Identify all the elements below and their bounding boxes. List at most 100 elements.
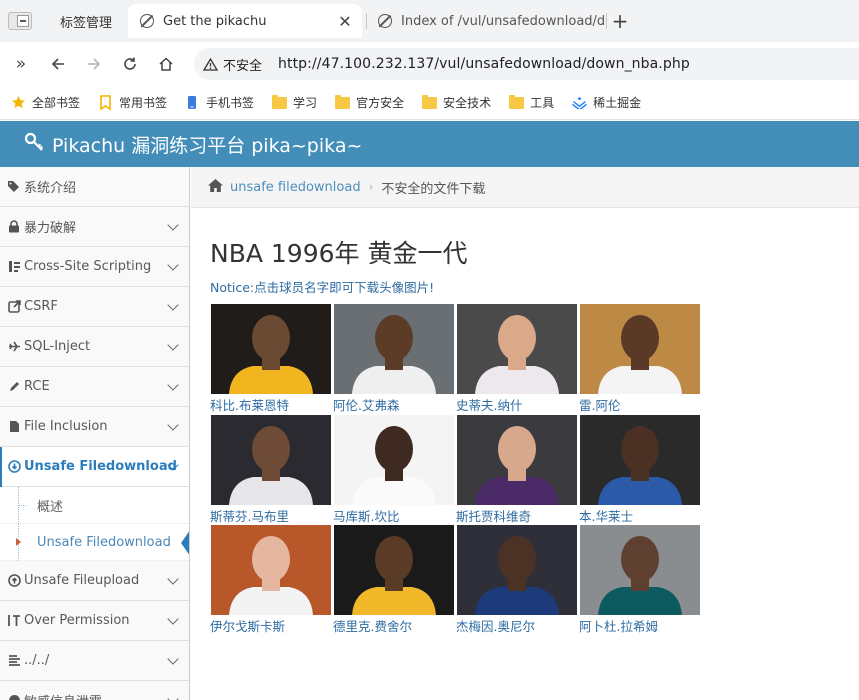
- juejin-icon: [571, 96, 587, 110]
- home-icon[interactable]: [207, 178, 224, 197]
- chevron-down-icon: [167, 419, 179, 431]
- bookmark-all[interactable]: 全部书签: [10, 94, 80, 111]
- sidebar-item-unsafe-fileupload[interactable]: Unsafe Fileupload: [0, 561, 189, 601]
- breadcrumb-current: 不安全的文件下载: [381, 181, 486, 197]
- caret-right-icon: [16, 538, 21, 546]
- site-header: Pikachu 漏洞练习平台 pika~pika~: [0, 121, 859, 167]
- player-download-link[interactable]: 史蒂夫.纳什: [456, 395, 522, 414]
- player-download-link[interactable]: 斯蒂芬.马布里: [210, 506, 289, 525]
- active-indicator: [181, 530, 189, 556]
- bookmarks-bar: 全部书签 常用书签 手机书签 学习 官方安全 安全技术 工具 稀土掘金: [0, 86, 859, 120]
- player-photo: [211, 415, 331, 505]
- player-card: 史蒂夫.纳什: [456, 304, 578, 414]
- player-download-link[interactable]: 杰梅因.奥尼尔: [456, 616, 535, 635]
- page-icon: [378, 14, 392, 28]
- player-download-link[interactable]: 雷.阿伦: [579, 395, 620, 414]
- tab-divider: [606, 13, 607, 29]
- player-photo: [457, 304, 577, 394]
- insecure-label[interactable]: 不安全: [223, 55, 262, 74]
- chevron-down-icon: [167, 653, 179, 665]
- player-card: 阿卜杜.拉希姆: [579, 525, 701, 635]
- sidebar-item-label: 系统介绍: [24, 181, 77, 196]
- tab-bookmark-manager[interactable]: 标签管理: [50, 4, 122, 38]
- bookmark-folder-security-tech[interactable]: 安全技术: [421, 94, 491, 111]
- chevron-down-icon: [167, 573, 179, 585]
- sidebar-item-file-inclusion[interactable]: File Inclusion: [0, 407, 189, 447]
- player-download-link[interactable]: 伊尔戈斯卡斯: [210, 616, 285, 635]
- bookmark-folder-tools[interactable]: 工具: [508, 94, 554, 111]
- sidebar-item-rce[interactable]: RCE: [0, 367, 189, 407]
- page-icon: [140, 14, 154, 28]
- sidebar-item-intro[interactable]: 系统介绍: [0, 167, 189, 207]
- chevron-down-icon: [167, 379, 179, 391]
- breadcrumb-link[interactable]: unsafe filedownload: [230, 180, 361, 195]
- info-icon: [7, 694, 21, 700]
- player-download-link[interactable]: 斯托贾科维奇: [456, 506, 531, 525]
- expand-icon[interactable]: »: [9, 52, 33, 76]
- sidebar-item-csrf[interactable]: CSRF: [0, 287, 189, 327]
- sidebar-item-sql-inject[interactable]: SQL-Inject: [0, 327, 189, 367]
- notice-text: Notice:点击球员名字即可下载头像图片!: [210, 280, 435, 295]
- sidebar-item-unsafe-filedownload[interactable]: Unsafe Filedownload: [0, 447, 189, 487]
- pencil-icon: [7, 380, 21, 394]
- sidebar-item-xss[interactable]: Cross-Site Scripting: [0, 247, 189, 287]
- url-text[interactable]: http://47.100.232.137/vul/unsafedownload…: [278, 56, 690, 72]
- sidebar-item-brute-force[interactable]: 暴力破解: [0, 207, 189, 247]
- chevron-down-icon: [167, 259, 179, 271]
- bookmark-label: 全部书签: [32, 96, 81, 110]
- sidebar-item-directory-traversal[interactable]: ../../: [0, 641, 189, 681]
- back-icon[interactable]: [46, 52, 70, 76]
- sidebar-item-label: Unsafe Filedownload: [24, 459, 177, 474]
- player-card: 科比.布莱恩特: [210, 304, 332, 414]
- sidebar-subitem-label: 概述: [37, 499, 64, 515]
- phone-icon: [184, 96, 200, 110]
- player-download-link[interactable]: 德里克.费舍尔: [333, 616, 412, 635]
- bookmark-label: 官方安全: [356, 96, 405, 110]
- tab-get-the-pikachu[interactable]: Get the pikachu ✕: [128, 4, 362, 38]
- site-title[interactable]: Pikachu 漏洞练习平台 pika~pika~: [52, 131, 362, 158]
- player-card: 雷.阿伦: [579, 304, 701, 414]
- player-download-link[interactable]: 马库斯.坎比: [333, 506, 399, 525]
- file-icon: [7, 420, 21, 434]
- chevron-down-icon: [167, 339, 179, 351]
- sitemap-icon: [7, 260, 21, 274]
- bookmark-folder-official-security[interactable]: 官方安全: [334, 94, 404, 111]
- address-bar[interactable]: 不安全 http://47.100.232.137/vul/unsafedown…: [194, 48, 859, 80]
- player-card: 阿伦.艾弗森: [333, 304, 455, 414]
- player-card: 马库斯.坎比: [333, 415, 455, 525]
- new-tab-icon[interactable]: +: [608, 9, 632, 33]
- tab-index-of-unsafedownload[interactable]: Index of /vul/unsafedownload/do: [368, 4, 606, 38]
- bookmark-juejin[interactable]: 稀土掘金: [571, 94, 641, 111]
- browser-toolbar: » 不安全 http://47.100.232.137/vul/unsafedo…: [0, 42, 859, 86]
- player-download-link[interactable]: 科比.布莱恩特: [210, 395, 289, 414]
- bookmark-label: 常用书签: [119, 96, 168, 110]
- download-icon: [7, 460, 21, 474]
- sidebar-item-over-permission[interactable]: Over Permission: [0, 601, 189, 641]
- bookmark-mobile[interactable]: 手机书签: [184, 94, 254, 111]
- player-download-link[interactable]: 阿卜杜.拉希姆: [579, 616, 658, 635]
- bookmark-common[interactable]: 常用书签: [97, 94, 167, 111]
- sidebar-subitem-label: Unsafe Filedownload: [37, 534, 171, 550]
- reload-icon[interactable]: [118, 52, 142, 76]
- folder-icon: [508, 94, 524, 110]
- sidebar-item-sensitive-info[interactable]: 敏感信息泄露: [0, 681, 189, 700]
- player-download-link[interactable]: 本.华莱士: [579, 506, 633, 525]
- folder-icon: [271, 94, 287, 110]
- forward-icon[interactable]: [82, 52, 106, 76]
- player-photo: [334, 304, 454, 394]
- align-left-icon: [7, 654, 21, 668]
- player-photo: [211, 304, 331, 394]
- close-tab-icon[interactable]: ✕: [334, 12, 356, 31]
- sidebar-item-label: CSRF: [24, 299, 58, 314]
- bookmark-label: 工具: [530, 96, 555, 110]
- warning-icon[interactable]: [202, 57, 218, 71]
- browser-tab-strip: 标签管理 Get the pikachu ✕ Index of /vul/uns…: [0, 0, 859, 42]
- player-photo: [580, 415, 700, 505]
- sidebar-subitem-overview[interactable]: 概述: [0, 487, 189, 524]
- player-download-link[interactable]: 阿伦.艾弗森: [333, 395, 399, 414]
- home-icon[interactable]: [154, 52, 178, 76]
- sidebar-subitem-unsafe-filedownload[interactable]: Unsafe Filedownload: [0, 524, 189, 561]
- bookmark-folder-study[interactable]: 学习: [271, 94, 317, 111]
- player-photo: [457, 525, 577, 615]
- tab-actions-icon[interactable]: [8, 12, 32, 30]
